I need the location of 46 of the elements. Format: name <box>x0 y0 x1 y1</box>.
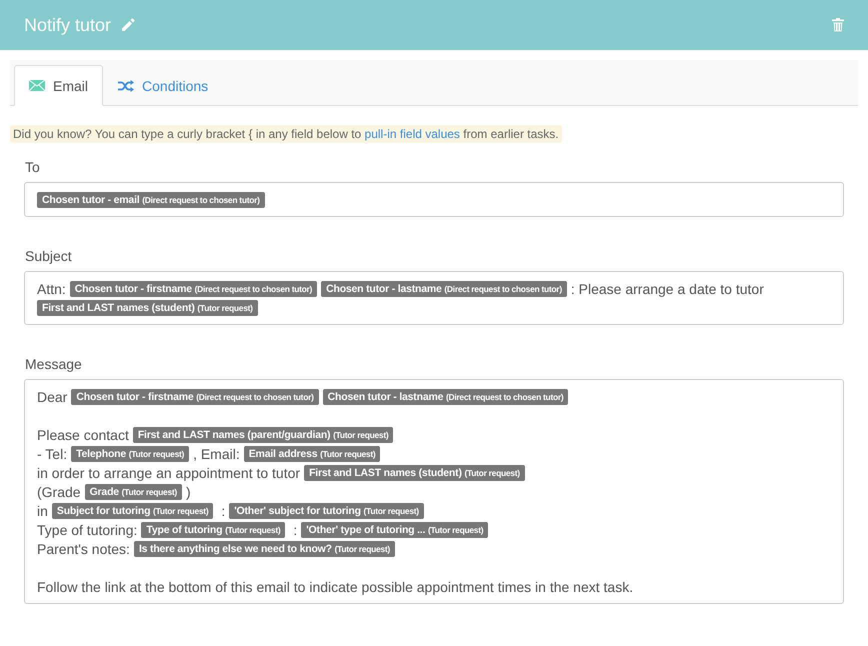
message-text: (Grade <box>37 484 81 500</box>
message-text: : <box>221 502 226 518</box>
field-token[interactable]: Chosen tutor - lastname (Direct request to chosen tutor) <box>322 388 568 404</box>
message-text: in order to arrange an appointment to tutor <box>37 464 300 480</box>
message-text: in <box>37 502 48 518</box>
message-text: Attn: <box>37 280 66 296</box>
message-text: Please contact <box>37 426 129 442</box>
input-field[interactable] <box>24 379 844 604</box>
message-text: : <box>293 522 298 538</box>
message-text: Parent's notes: <box>37 540 130 556</box>
tab[interactable]: Conditions <box>103 66 224 106</box>
field-token[interactable]: Is there anything else we need to know? (Tutor request) <box>134 540 395 556</box>
field-token[interactable]: Type of tutoring (Tutor request) <box>141 522 286 538</box>
field-label: Subject <box>25 248 73 264</box>
field-label: Message <box>25 356 83 372</box>
field-token[interactable]: Chosen tutor - email (Direct request to chosen tutor) <box>37 192 265 208</box>
field-token[interactable]: 'Other' subject for tutoring (Tutor request) <box>229 502 424 518</box>
task-title: Notify tutor <box>24 14 112 36</box>
field-token[interactable]: Subject for tutoring (Tutor request) <box>52 502 214 518</box>
field-token[interactable]: Email address (Tutor request) <box>244 446 380 462</box>
message-text: , Email: <box>193 446 240 462</box>
field-token[interactable]: 'Other' type of tutoring ... (Tutor request) <box>301 522 488 538</box>
field-token[interactable]: Chosen tutor - lastname (Direct request to chosen tutor) <box>321 280 567 296</box>
input-field[interactable]: Attn: Chosen tutor - firstname (Direct request to chosen tutor) Chosen tutor - lastname (Direct request to chosen tutor) : Please arrange a date to tutor First and LAST names (student) (Tutor request) <box>24 271 844 325</box>
field-token[interactable]: First and LAST names (parent/guardian) (Tutor request) <box>132 426 394 442</box>
hint-link[interactable]: pull-in field values <box>364 127 460 141</box>
field-token[interactable]: Chosen tutor - firstname (Direct request to chosen tutor) <box>71 388 319 404</box>
pencil-icon[interactable] <box>121 18 136 32</box>
message-text: Type of tutoring: <box>37 522 138 538</box>
hint-text: Did you know? You can type a curly bracket { in any field below to pull-in field values from earlier tasks. <box>10 125 562 143</box>
message-text: Follow the link at the bottom of this email to indicate possible appointment times in the next task. <box>37 578 634 594</box>
trash-icon[interactable] <box>832 18 844 32</box>
message-text: Dear <box>37 388 68 404</box>
field-label: To <box>25 159 41 175</box>
field-token[interactable]: Chosen tutor - firstname (Direct request to chosen tutor) <box>70 280 318 296</box>
tab[interactable]: Email <box>14 65 104 106</box>
message-text: - Tel: <box>37 446 68 462</box>
message-text: : Please arrange a date to tutor <box>570 280 764 296</box>
field-token[interactable]: First and LAST names (student) (Tutor request) <box>304 464 525 480</box>
input-field[interactable]: Chosen tutor - email (Direct request to chosen tutor) <box>24 182 844 217</box>
message-text: ) <box>186 484 191 500</box>
shuffle-icon <box>118 80 134 92</box>
field-token[interactable]: First and LAST names (student) (Tutor request) <box>37 300 258 316</box>
field-token[interactable]: Telephone (Tutor request) <box>71 446 190 462</box>
envelope-icon <box>29 80 45 91</box>
field-token[interactable]: Grade (Tutor request) <box>84 484 182 500</box>
